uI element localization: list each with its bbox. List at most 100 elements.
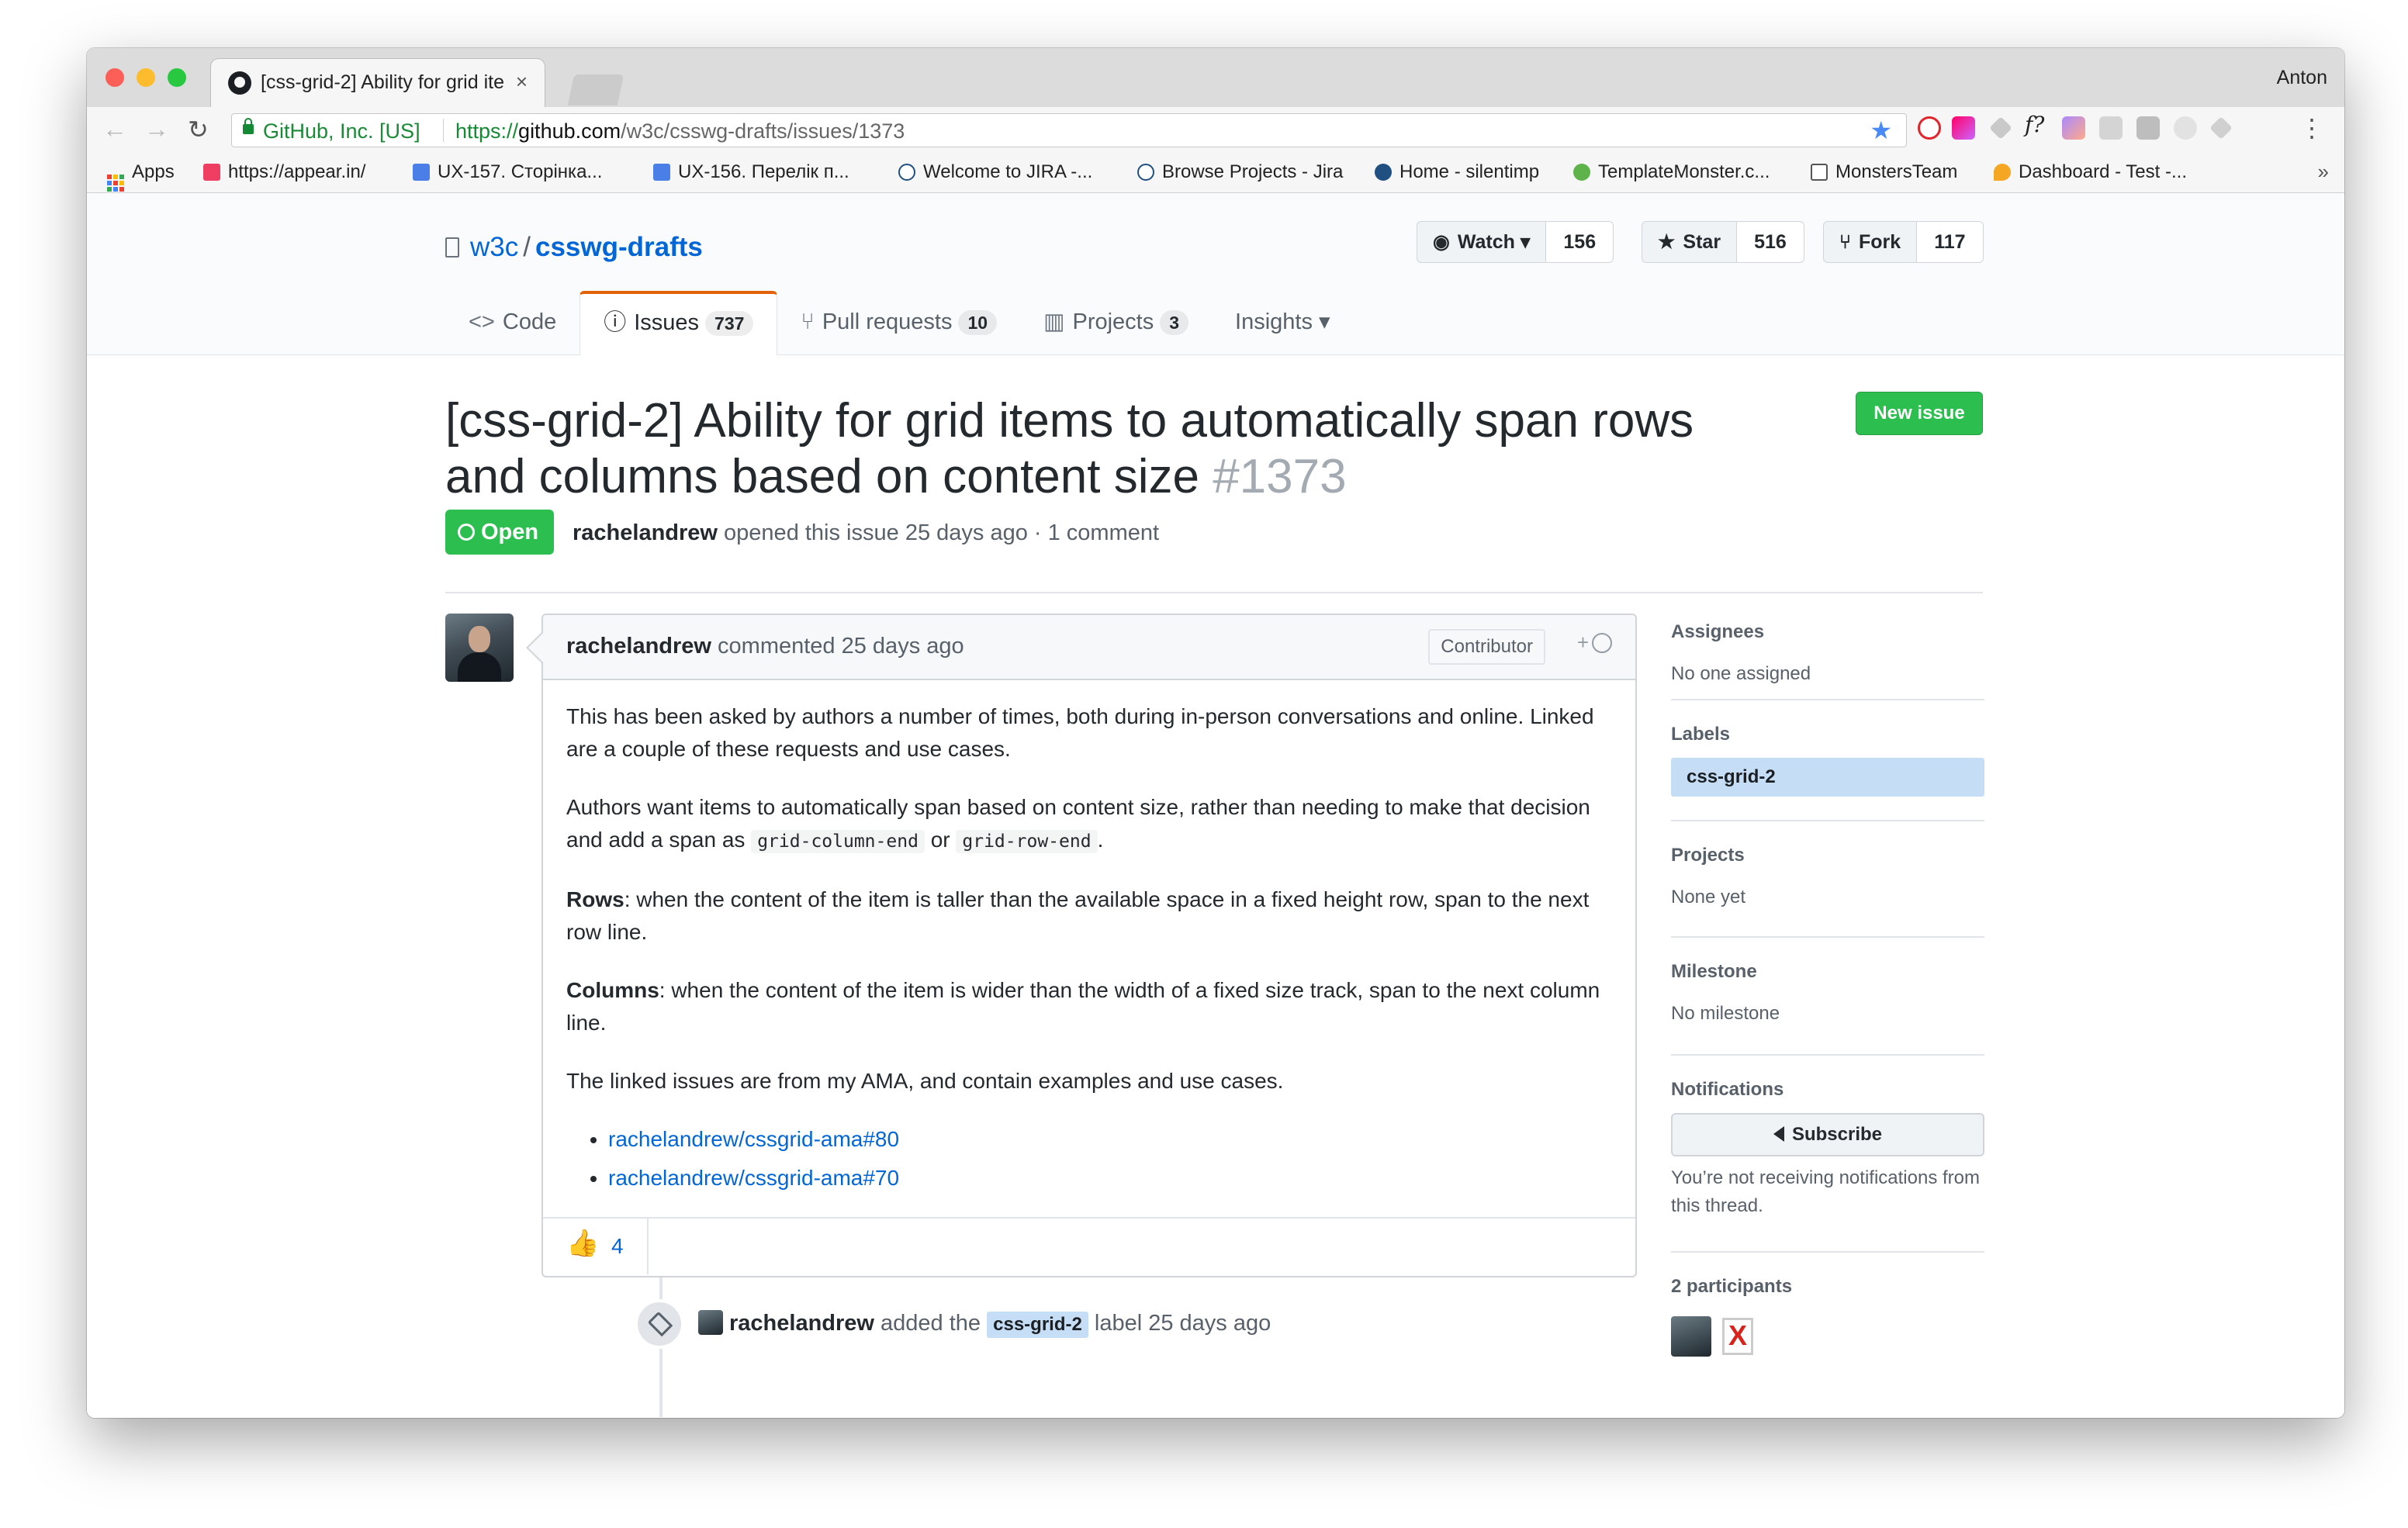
bookmark-ux-157[interactable]: UX-157. Сторінка... <box>413 161 602 183</box>
minimize-window-button[interactable] <box>137 68 155 87</box>
purple-extension-icon[interactable] <box>2062 116 2085 140</box>
sidebar-divider <box>1671 1054 1984 1056</box>
circle-extension-icon[interactable] <box>2174 116 2197 140</box>
broken-avatar-icon[interactable]: X <box>1722 1318 1753 1355</box>
tab-insights[interactable]: Insights ▾ <box>1212 291 1354 354</box>
forward-button[interactable]: → <box>144 115 169 143</box>
bookmarks-overflow-button[interactable]: » <box>2318 160 2329 184</box>
thumbs-up-icon: 👍 <box>566 1229 600 1258</box>
dropbox-icon[interactable] <box>1989 116 2012 140</box>
fork-icon: ⑂ <box>1839 231 1852 253</box>
repo-path-separator: / <box>523 232 531 262</box>
bookmark-appear-in[interactable]: https://appear.in/ <box>203 161 365 183</box>
bookmark-welcome-jira[interactable]: Welcome to JIRA -... <box>898 161 1092 183</box>
linked-issue-link[interactable]: rachelandrew/cssgrid-ama#70 <box>608 1166 899 1190</box>
linked-issue-link[interactable]: rachelandrew/cssgrid-ama#80 <box>608 1127 899 1151</box>
comment-paragraph: The linked issues are from my AMA, and c… <box>566 1069 1284 1093</box>
browser-menu-icon[interactable]: ⋮ <box>2299 113 2324 143</box>
grid-extension-icon[interactable] <box>2136 116 2160 140</box>
reload-button[interactable]: ↻ <box>188 115 209 144</box>
bookmark-home-silentimp[interactable]: Home - silentimp <box>1375 161 1539 183</box>
fquery-icon[interactable]: f? <box>2025 112 2048 137</box>
projects-heading[interactable]: Projects <box>1671 845 1984 866</box>
issues-counter: 737 <box>705 311 754 336</box>
gradient-icon[interactable] <box>1952 116 1975 140</box>
fork-count[interactable]: 117 <box>1917 221 1984 263</box>
diamond-extension-icon[interactable] <box>2209 116 2233 140</box>
issue-opened-icon: ⓘ <box>604 310 627 335</box>
reaction-count: 4 <box>611 1234 624 1258</box>
profile-name[interactable]: Anton <box>2277 67 2327 89</box>
projects-value: None yet <box>1671 887 1746 907</box>
jira-icon <box>1137 164 1154 181</box>
list-item: rachelandrew/cssgrid-ama#70 <box>608 1162 1611 1194</box>
back-button[interactable]: ← <box>102 115 127 143</box>
tab-code[interactable]: <> Code <box>445 291 580 354</box>
bookmark-star-icon[interactable]: ★ <box>1870 116 1892 145</box>
comment-timestamp[interactable]: commented 25 days ago <box>718 634 964 659</box>
dashboard-icon <box>1994 164 2011 181</box>
zoom-window-button[interactable] <box>168 68 186 87</box>
label-badge[interactable]: css-grid-2 <box>1671 758 1984 797</box>
close-window-button[interactable] <box>106 68 124 87</box>
avatar[interactable] <box>1671 1316 1711 1357</box>
opera-icon[interactable] <box>1918 116 1941 140</box>
tab-close-icon[interactable]: × <box>516 70 528 94</box>
thumbs-up-reaction[interactable]: 👍 4 <box>543 1219 649 1274</box>
tab-projects[interactable]: ▥ Projects 3 <box>1020 291 1212 354</box>
bookmark-monsters-team[interactable]: MonstersTeam <box>1811 161 1957 183</box>
repo-owner-link[interactable]: w3c <box>470 232 518 262</box>
star-button[interactable]: ★ Star <box>1642 221 1738 263</box>
smiley-icon <box>1592 633 1612 653</box>
avatar[interactable] <box>445 614 514 682</box>
fork-button[interactable]: ⑂ Fork <box>1823 221 1918 263</box>
star-count[interactable]: 516 <box>1737 221 1804 263</box>
milestone-heading[interactable]: Milestone <box>1671 961 1984 983</box>
pull-requests-counter: 10 <box>958 310 998 335</box>
event-actor-link[interactable]: rachelandrew <box>729 1311 874 1336</box>
bookmark-templatemonster[interactable]: TemplateMonster.c... <box>1573 161 1770 183</box>
new-issue-button[interactable]: New issue <box>1856 392 1983 435</box>
browser-toolbar: ← → ↻ GitHub, Inc. [US] https://github.c… <box>87 107 2344 152</box>
labels-heading[interactable]: Labels <box>1671 724 1984 745</box>
list-item: rachelandrew/cssgrid-ama#80 <box>608 1123 1611 1156</box>
comment-paragraph: Columns: when the content of the item is… <box>566 978 1600 1035</box>
avatar[interactable] <box>698 1310 723 1335</box>
confluence-icon <box>1375 164 1392 181</box>
fork-button-group: ⑂ Fork 117 <box>1823 221 1984 263</box>
watch-button[interactable]: ◉ Watch ▾ <box>1417 221 1547 263</box>
issue-opened-icon <box>458 524 475 541</box>
monsters-team-icon <box>1811 164 1828 181</box>
new-tab-button[interactable] <box>567 74 624 105</box>
notifications-note: You’re not receiving notifications from … <box>1671 1167 1980 1216</box>
bookmark-browse-projects[interactable]: Browse Projects - Jira <box>1137 161 1343 183</box>
templatemonster-icon <box>1573 164 1590 181</box>
repo-icon <box>445 237 459 258</box>
inline-code: grid-row-end <box>956 830 1098 853</box>
bookmarks-bar: Apps https://appear.in/ UX-157. Сторінка… <box>87 152 2344 193</box>
bookmark-ux-156[interactable]: UX-156. Перелік п... <box>653 161 849 183</box>
address-bar[interactable]: GitHub, Inc. [US] https://github.com/w3c… <box>231 113 1907 147</box>
browser-tab[interactable]: [css-grid-2] Ability for grid ite × <box>211 59 545 107</box>
comment-author-link[interactable]: rachelandrew <box>566 634 711 659</box>
watch-count[interactable]: 156 <box>1546 221 1614 263</box>
issue-author-link[interactable]: rachelandrew <box>573 520 718 545</box>
comment-paragraph: This has been asked by authors a number … <box>566 704 1594 761</box>
subscribe-button[interactable]: Subscribe <box>1671 1113 1984 1156</box>
milestone-value: No milestone <box>1671 1003 1780 1024</box>
repo-name-link[interactable]: csswg-drafts <box>535 232 703 262</box>
label-badge[interactable]: css-grid-2 <box>987 1312 1088 1338</box>
bookmark-apps[interactable]: Apps <box>107 161 175 192</box>
tab-issues[interactable]: ⓘ Issues 737 <box>580 291 778 355</box>
cast-icon[interactable] <box>2099 116 2123 140</box>
timeline-event: rachelandrew added the css-grid-2 label … <box>698 1310 1271 1338</box>
assignees-value: No one assigned <box>1671 663 1811 684</box>
bookmark-dashboard-test[interactable]: Dashboard - Test -... <box>1994 161 2187 183</box>
url-text[interactable]: https://github.com/w3c/csswg-drafts/issu… <box>455 119 905 143</box>
lock-icon <box>243 118 254 134</box>
add-reaction-button[interactable]: + <box>1577 631 1612 655</box>
tab-pull-requests[interactable]: ⑂ Pull requests 10 <box>777 291 1020 354</box>
sidebar-divider <box>1671 936 1984 938</box>
assignees-heading[interactable]: Assignees <box>1671 621 1984 643</box>
notifications-heading: Notifications <box>1671 1079 1784 1100</box>
